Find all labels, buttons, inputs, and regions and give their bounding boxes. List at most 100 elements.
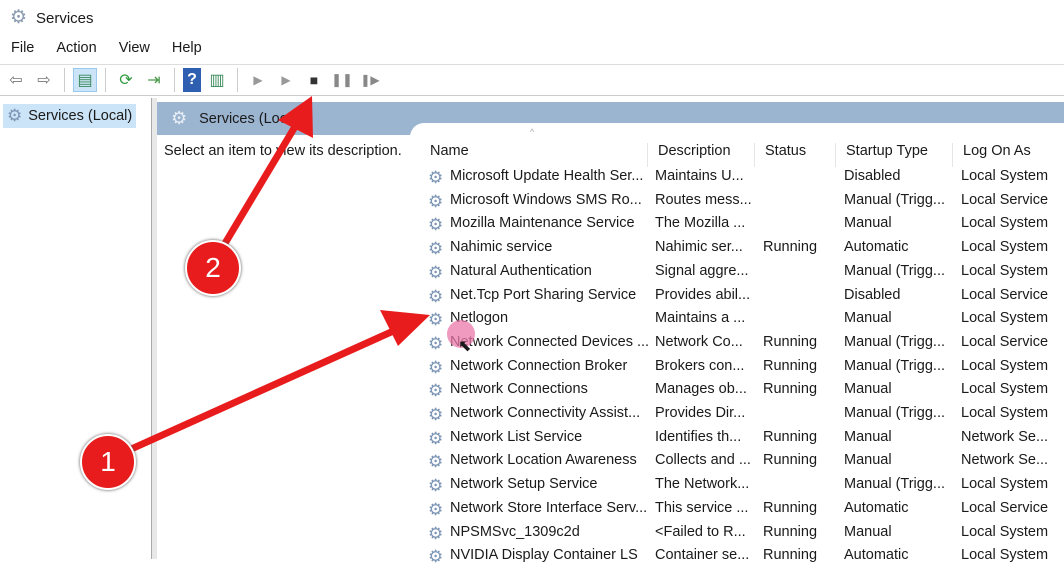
- service-row[interactable]: ⚙ Network Connection Broker Brokers con...…: [410, 355, 1064, 379]
- service-row[interactable]: ⚙ Network Location Awareness Collects and …: [410, 449, 1064, 473]
- column-log-on-as[interactable]: Log On As: [952, 143, 1031, 167]
- column-description[interactable]: Description: [647, 143, 731, 167]
- service-cell-log-on-as: Local System: [961, 476, 1049, 493]
- service-row[interactable]: ⚙ Network Store Interface Serv... This ser…: [410, 497, 1064, 521]
- service-cell-startup-type: Automatic: [844, 239, 909, 256]
- service-cell-log-on-as: Local Service: [961, 286, 1049, 303]
- service-cell-log-on-as: Local System: [961, 547, 1049, 564]
- service-gear-icon: ⚙: [428, 381, 444, 401]
- menu-view[interactable]: View: [108, 38, 161, 62]
- start-service-alt-icon[interactable]: ▶: [274, 68, 298, 92]
- service-cell-name: Mozilla Maintenance Service: [450, 215, 635, 232]
- service-gear-icon: ⚙: [428, 168, 444, 187]
- service-cell-name: Network List Service: [450, 428, 583, 445]
- service-cell-log-on-as: Local System: [961, 357, 1049, 374]
- service-cell-description: Manages ob...: [655, 381, 747, 398]
- service-gear-icon: ⚙: [428, 405, 444, 424]
- service-cell-startup-type: Manual (Trigg...: [844, 191, 945, 208]
- service-row[interactable]: ⚙ Net.Tcp Port Sharing Service Provides ab…: [410, 284, 1064, 308]
- service-cell-status: Running: [763, 523, 818, 540]
- service-cell-description: The Mozilla ...: [655, 215, 746, 232]
- service-cell-startup-type: Manual (Trigg...: [844, 405, 945, 421]
- annotation-badge-1: 1: [80, 434, 136, 490]
- service-row[interactable]: ⚙ NVIDIA Display Container LS Container se…: [410, 544, 1064, 568]
- forward-icon[interactable]: ⇨: [32, 68, 56, 92]
- service-row[interactable]: ⚙ Microsoft Update Health Ser... Maintains…: [410, 165, 1064, 189]
- description-hint: Select an item to view its description.: [164, 143, 402, 159]
- service-row[interactable]: ⚙ Network Setup Service The Network... Manu…: [410, 473, 1064, 497]
- export-list-icon[interactable]: ⇥: [142, 68, 166, 92]
- service-row[interactable]: ⚙ Netlogon Maintains a ... Manual Local Syst…: [410, 307, 1064, 331]
- service-row[interactable]: ⚙ Network List Service Identifies th... Run…: [410, 426, 1064, 450]
- toolbar: ⇦ ⇨ ▤ ⟳ ⇥ ? ▥ ▶ ▶ ■ ❚❚ ❚▶: [0, 64, 1064, 96]
- service-cell-startup-type: Disabled: [844, 286, 901, 303]
- service-cell-startup-type: Manual (Trigg...: [844, 476, 945, 493]
- service-cell-name: Network Connections: [450, 381, 588, 398]
- service-row[interactable]: ⚙ Nahimic service Nahimic ser... Running Aut…: [410, 236, 1064, 260]
- service-cell-log-on-as: Local System: [961, 405, 1049, 421]
- service-cell-startup-type: Disabled: [844, 168, 901, 184]
- column-startup-type[interactable]: Startup Type: [835, 143, 928, 167]
- menu-file[interactable]: File: [0, 38, 45, 62]
- service-cell-description: Provides Dir...: [655, 405, 746, 421]
- refresh-icon[interactable]: ⟳: [114, 68, 138, 92]
- mouse-pointer-icon: ⬉: [458, 338, 472, 355]
- show-action-pane-icon[interactable]: ▥: [205, 68, 229, 92]
- service-cell-name: NPSMSvc_1309c2d: [450, 523, 580, 540]
- details-title: Services (Local): [199, 110, 304, 127]
- service-cell-description: Maintains U...: [655, 168, 744, 184]
- service-cell-description: Container se...: [655, 547, 750, 564]
- service-row[interactable]: ⚙ Network Connections Manages ob... Running…: [410, 378, 1064, 402]
- service-cell-status: Running: [763, 239, 818, 256]
- service-row[interactable]: ⚙ Natural Authentication Signal aggre... Ma…: [410, 260, 1064, 284]
- service-cell-status: Running: [763, 381, 818, 398]
- services-list: ^ Name Description Status Startup Type L…: [410, 123, 1064, 566]
- service-cell-status: Running: [763, 357, 818, 374]
- service-gear-icon: ⚙: [428, 547, 444, 567]
- service-cell-log-on-as: Local System: [961, 168, 1049, 184]
- service-row[interactable]: ⚙ Microsoft Windows SMS Ro... Routes mess.…: [410, 189, 1064, 213]
- service-cell-name: Network Location Awareness: [450, 452, 637, 469]
- service-row[interactable]: ⚙ Mozilla Maintenance Service The Mozilla …: [410, 212, 1064, 236]
- restart-service-icon[interactable]: ❚▶: [358, 68, 382, 92]
- service-cell-description: Maintains a ...: [655, 310, 746, 327]
- service-cell-description: Identifies th...: [655, 428, 742, 445]
- service-cell-startup-type: Manual: [844, 310, 892, 327]
- start-service-icon[interactable]: ▶: [246, 68, 270, 92]
- service-cell-description: Collects and ...: [655, 452, 751, 469]
- service-cell-description: <Failed to R...: [655, 523, 746, 540]
- service-cell-name: Network Setup Service: [450, 476, 598, 493]
- service-gear-icon: ⚙: [428, 191, 444, 211]
- service-row[interactable]: ⚙ Network Connectivity Assist... Provides …: [410, 402, 1064, 426]
- pause-service-icon[interactable]: ❚❚: [330, 68, 354, 92]
- service-gear-icon: ⚙: [428, 262, 444, 282]
- service-cell-log-on-as: Network Se...: [961, 428, 1049, 445]
- service-cell-name: Nahimic service: [450, 239, 553, 256]
- service-gear-icon: ⚙: [428, 523, 444, 543]
- services-gear-icon: ⚙: [10, 7, 28, 28]
- service-cell-status: Running: [763, 547, 818, 564]
- service-row[interactable]: ⚙ Network Connected Devices ... Network Co…: [410, 331, 1064, 355]
- help-icon[interactable]: ?: [183, 68, 201, 92]
- service-cell-startup-type: Manual (Trigg...: [844, 357, 945, 374]
- service-cell-name: Network Store Interface Serv...: [450, 499, 648, 516]
- service-cell-name: Network Connected Devices ...: [450, 333, 650, 350]
- service-cell-log-on-as: Local Service: [961, 499, 1049, 516]
- service-cell-name: NVIDIA Display Container LS: [450, 547, 638, 564]
- back-icon[interactable]: ⇦: [4, 68, 28, 92]
- column-name[interactable]: Name: [420, 143, 469, 167]
- service-cell-description: Provides abil...: [655, 286, 751, 303]
- service-row[interactable]: ⚙ NPSMSvc_1309c2d <Failed to R... Running Ma…: [410, 521, 1064, 545]
- column-status[interactable]: Status: [754, 143, 806, 167]
- service-cell-description: Network Co...: [655, 333, 743, 350]
- service-cell-log-on-as: Local System: [961, 523, 1049, 540]
- menu-action[interactable]: Action: [45, 38, 107, 62]
- menu-bar: File Action View Help: [0, 38, 213, 62]
- service-cell-name: Microsoft Update Health Ser...: [450, 168, 644, 184]
- stop-service-icon[interactable]: ■: [302, 68, 326, 92]
- service-gear-icon: ⚙: [428, 215, 444, 235]
- service-cell-status: Running: [763, 428, 818, 445]
- menu-help[interactable]: Help: [161, 38, 213, 62]
- tree-item-services-local[interactable]: ⚙ Services (Local): [3, 104, 137, 128]
- show-hide-console-tree-icon[interactable]: ▤: [73, 68, 97, 92]
